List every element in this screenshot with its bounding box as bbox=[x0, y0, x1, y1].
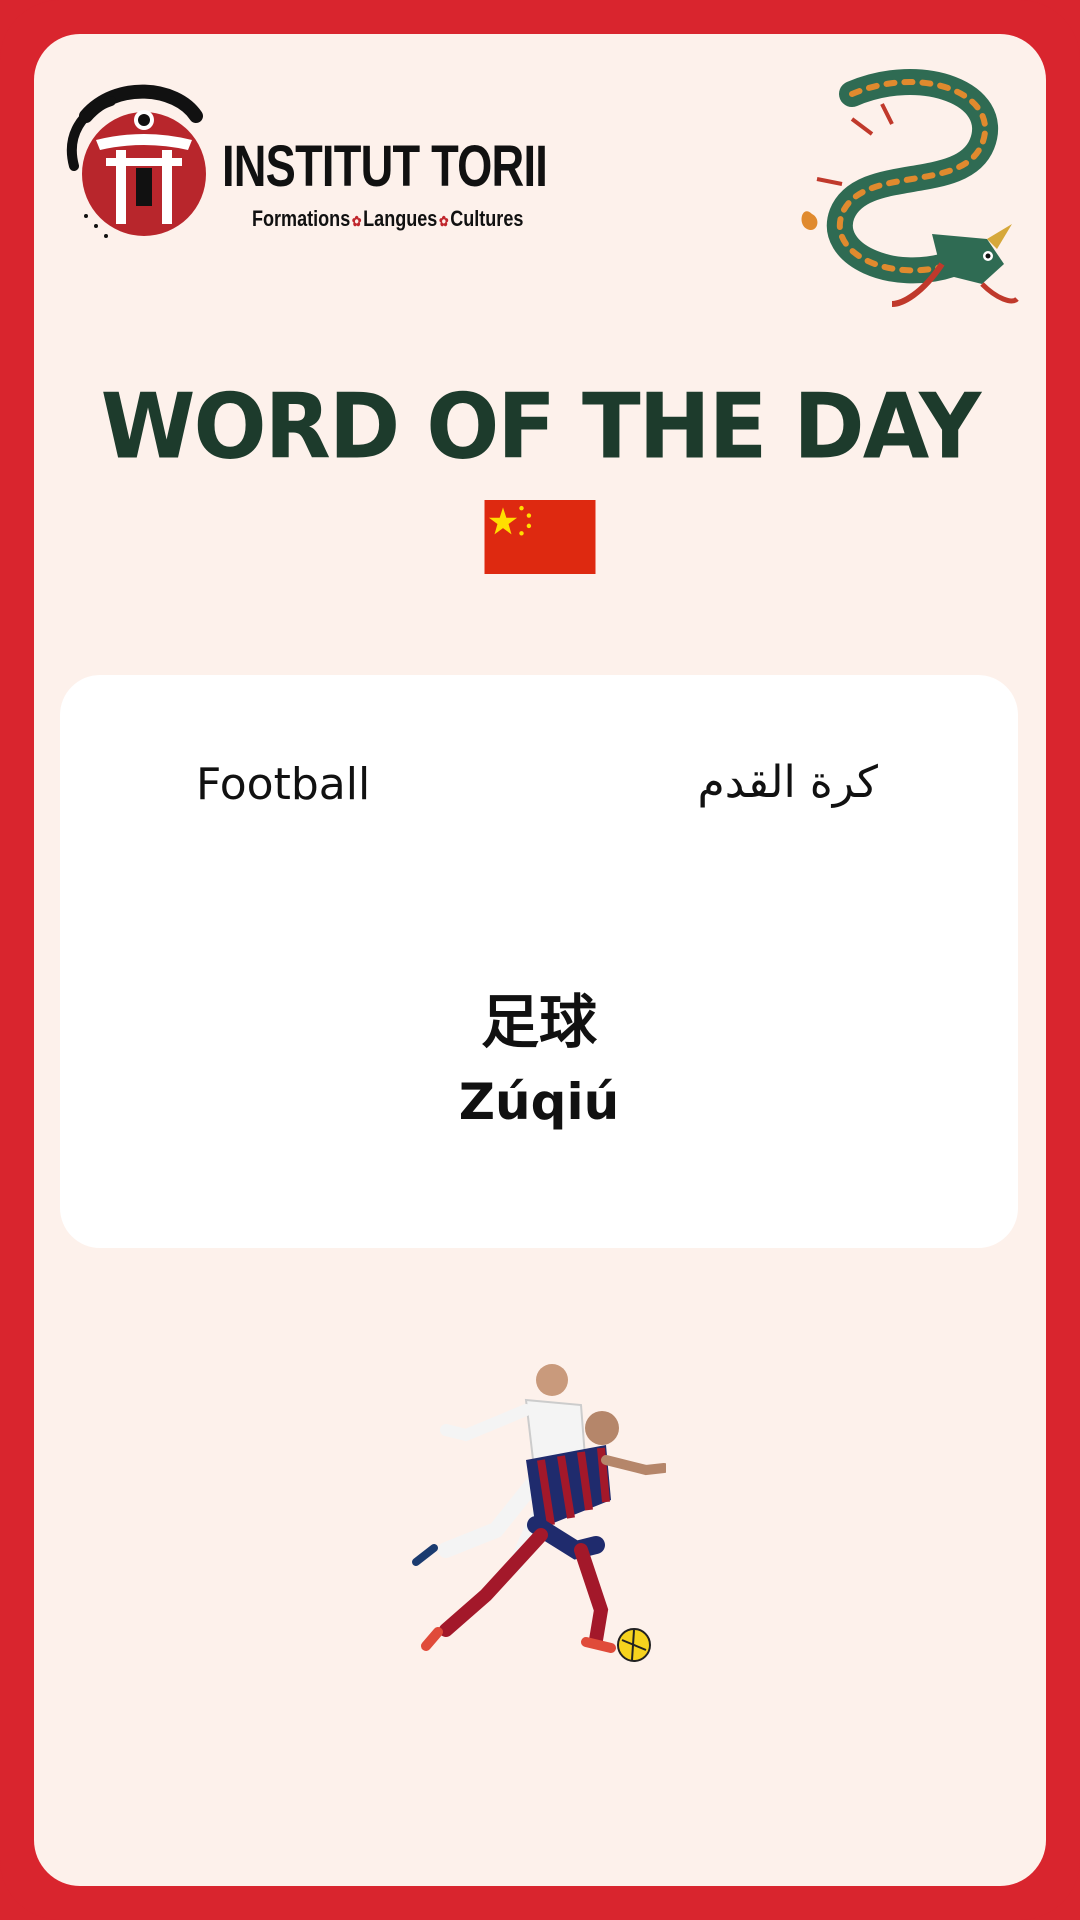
outer-frame: INSTITUT TORII Formations ✿Langues ✿Cultur… bbox=[0, 0, 1080, 1920]
flower-icon: ✿ bbox=[351, 213, 362, 229]
word-card: Football كرة القدم 足球 Zúqiú bbox=[60, 675, 1018, 1248]
football-players-icon bbox=[412, 1364, 666, 1662]
word-english: Football bbox=[196, 759, 371, 810]
card-background: INSTITUT TORII Formations ✿Langues ✿Cultur… bbox=[34, 34, 1046, 1886]
flower-icon: ✿ bbox=[438, 213, 449, 229]
institut-torii-logo: INSTITUT TORII Formations ✿Langues ✿Cultur… bbox=[56, 76, 548, 246]
china-flag-icon bbox=[484, 500, 596, 574]
dragon-icon bbox=[801, 69, 1019, 307]
headline: WORD OF THE DAY bbox=[100, 374, 982, 480]
torii-gate-logo-icon bbox=[66, 84, 206, 238]
logo-title: INSTITUT TORII bbox=[222, 134, 548, 199]
word-chinese: 足球 bbox=[480, 988, 597, 1056]
word-pinyin: Zúqiú bbox=[458, 1073, 620, 1131]
logo-subtitle: Formations ✿Langues ✿Cultures bbox=[252, 206, 524, 231]
word-arabic: كرة القدم bbox=[697, 757, 879, 808]
